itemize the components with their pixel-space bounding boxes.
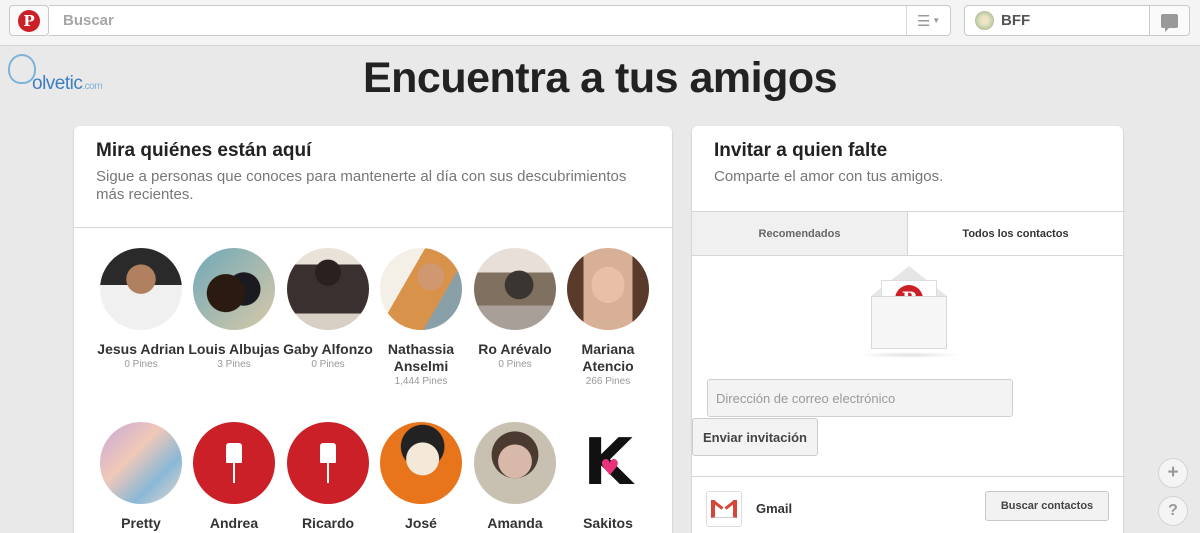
person-name: Gaby Alfonzo: [283, 341, 373, 357]
add-pin-button[interactable]: +: [1158, 458, 1188, 488]
person-card[interactable]: Mariana Atencio 266 Pines: [561, 248, 655, 387]
heart-icon: ♥: [600, 456, 620, 481]
person-card[interactable]: Amanda: [468, 422, 562, 532]
email-field[interactable]: [707, 379, 1013, 417]
person-name: Ro Arévalo: [478, 341, 552, 357]
person-card[interactable]: K ♥ Sakitos: [561, 422, 655, 532]
find-friends-card: Mira quiénes están aquí Sigue a personas…: [74, 126, 672, 533]
chevron-down-icon: ▼: [932, 16, 941, 25]
person-pin-count: 1,444 Pines: [394, 376, 448, 387]
gmail-label: Gmail: [756, 501, 793, 516]
person-pin-count: 266 Pines: [585, 376, 631, 387]
avatar[interactable]: [380, 248, 462, 330]
avatar[interactable]: [380, 422, 462, 504]
person-name: Ricardo: [301, 515, 355, 531]
find-friends-title: Mira quiénes están aquí: [96, 140, 312, 161]
invite-card: Invitar a quien falte Comparte el amor c…: [692, 126, 1123, 533]
person-card[interactable]: Pretty: [94, 422, 188, 532]
pushpin-icon: [226, 443, 242, 483]
person-card[interactable]: Ricardo: [281, 422, 375, 532]
person-name: Andrea: [209, 515, 259, 531]
person-name: Jesus Adrian: [97, 341, 185, 357]
list-icon: ☰: [916, 12, 931, 30]
avatar[interactable]: [567, 248, 649, 330]
person-card[interactable]: Andrea: [187, 422, 281, 532]
person-card[interactable]: Ro Arévalo 0 Pines: [468, 248, 562, 370]
plus-icon: +: [1167, 462, 1179, 483]
gmail-icon: [706, 491, 742, 527]
avatar[interactable]: [193, 422, 275, 504]
speech-bubble-icon: [1161, 13, 1178, 32]
categories-menu-button[interactable]: ☰ ▼: [906, 6, 950, 35]
person-name: José: [405, 515, 437, 531]
person-name: Amanda: [487, 515, 543, 531]
send-invitation-button[interactable]: Enviar invitación: [692, 418, 818, 456]
person-name: Nathassia Anselmi: [387, 341, 455, 374]
person-name: Mariana Atencio: [581, 341, 635, 374]
find-friends-header: Mira quiénes están aquí Sigue a personas…: [74, 126, 672, 228]
person-card[interactable]: Jesus Adrian 0 Pines: [94, 248, 188, 370]
person-pin-count: 0 Pines: [124, 359, 158, 370]
question-icon: ?: [1168, 502, 1178, 519]
person-name: Sakitos: [583, 515, 633, 531]
find-contacts-button[interactable]: Buscar contactos: [985, 491, 1109, 521]
gmail-row: Gmail Buscar contactos: [692, 476, 1123, 533]
tab-recommended[interactable]: Recomendados: [692, 212, 908, 255]
user-name: BFF: [1001, 12, 1031, 29]
pinterest-logo-icon: P: [18, 9, 40, 32]
person-card[interactable]: Gaby Alfonzo 0 Pines: [281, 248, 375, 370]
avatar[interactable]: [287, 422, 369, 504]
person-pin-count: 3 Pines: [217, 359, 251, 370]
invite-tabs: Recomendados Todos los contactos: [692, 211, 1123, 256]
person-pin-count: 0 Pines: [311, 359, 345, 370]
avatar[interactable]: [193, 248, 275, 330]
page-title: Encuentra a tus amigos: [362, 54, 838, 102]
pinterest-home-button[interactable]: P: [9, 5, 49, 36]
avatar[interactable]: [474, 248, 556, 330]
avatar[interactable]: [287, 248, 369, 330]
top-bar: P ☰▼ BFF: [0, 0, 1200, 46]
avatar[interactable]: [100, 248, 182, 330]
invite-title: Invitar a quien falte: [714, 140, 888, 161]
person-card[interactable]: José: [374, 422, 468, 532]
search-bar: ☰▼: [49, 5, 951, 36]
invite-header: Invitar a quien falte Comparte el amor c…: [692, 126, 1123, 211]
find-friends-subtitle: Sigue a personas que conoces para manten…: [96, 168, 627, 203]
search-input[interactable]: [49, 6, 905, 35]
avatar: [975, 11, 994, 30]
person-pin-count: 0 Pines: [498, 359, 532, 370]
envelope-icon: P: [857, 266, 961, 358]
person-name: Pretty: [121, 515, 161, 531]
messages-button[interactable]: [1150, 5, 1190, 36]
pushpin-icon: [320, 443, 336, 483]
help-button[interactable]: ?: [1158, 496, 1188, 526]
avatar[interactable]: [100, 422, 182, 504]
user-profile-button[interactable]: BFF: [964, 5, 1150, 36]
person-card[interactable]: Nathassia Anselmi 1,444 Pines: [374, 248, 468, 387]
invite-subtitle: Comparte el amor con tus amigos.: [714, 168, 944, 185]
tab-all-contacts[interactable]: Todos los contactos: [908, 212, 1123, 255]
person-card[interactable]: Louis Albujas 3 Pines: [187, 248, 281, 370]
avatar[interactable]: [474, 422, 556, 504]
person-name: Louis Albujas: [188, 341, 280, 357]
avatar[interactable]: K ♥: [567, 422, 649, 504]
